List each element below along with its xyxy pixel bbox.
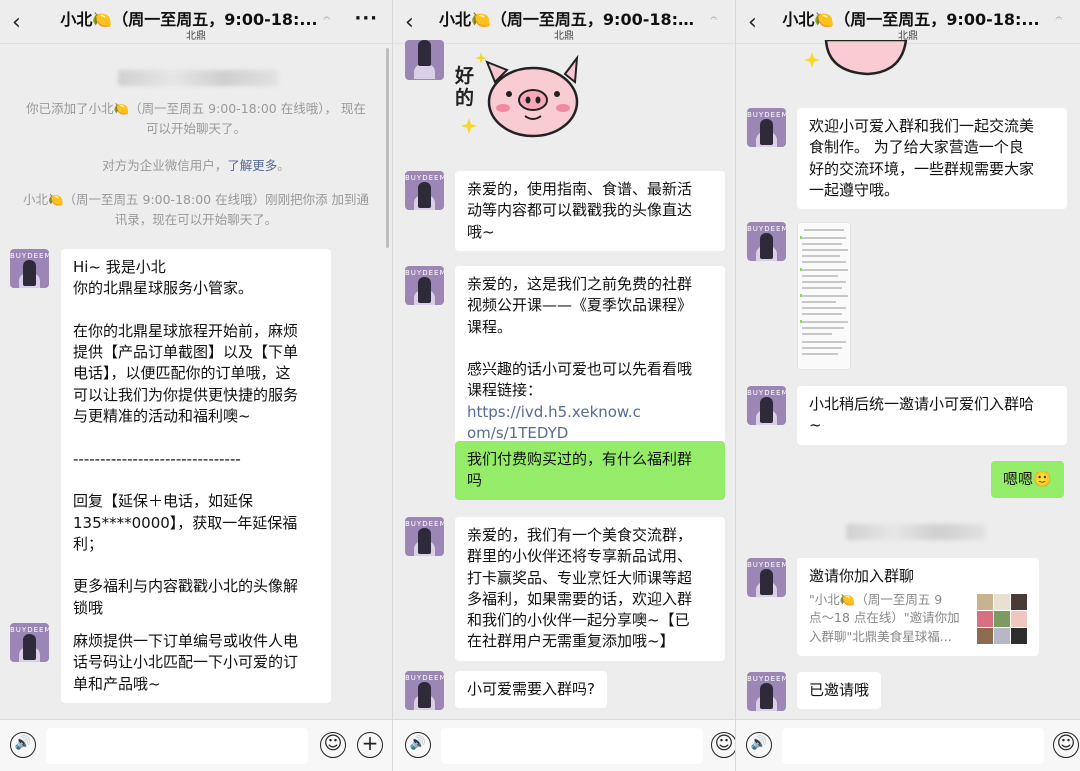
pig-sticker[interactable]: 好 的 xyxy=(455,52,585,142)
message-bubble-sent[interactable]: 嗯嗯🙂 xyxy=(991,461,1064,499)
avatar-logo-text: BUYDEEM xyxy=(747,675,786,683)
avatar[interactable] xyxy=(405,40,444,80)
avatar[interactable]: BUYDEEM xyxy=(405,266,444,305)
avatar[interactable]: BUYDEEM xyxy=(405,671,444,710)
avatar-logo-text: BUYDEEM xyxy=(10,626,49,634)
chat-subtitle: 北鼎 xyxy=(186,31,206,42)
voice-icon[interactable]: 🔊 xyxy=(405,732,431,758)
chat-panel-2: ‹ 小北🍋（周一至周五，9:00-18:... 北鼎 𝄐 好 的 BUYDEEM… xyxy=(392,0,735,771)
voice-icon[interactable]: 🔊 xyxy=(10,732,36,758)
chat-header: ‹ 小北🍋（周一至周五，9:00-18:... 北鼎 𝄐 ··· xyxy=(0,0,392,44)
message-bubble[interactable]: 亲爱的，我们有一个美食交流群， 群里的小伙伴还将专享新品试用、 打卡赢奖品、专业… xyxy=(455,517,725,661)
avatar-logo-text: BUYDEEM xyxy=(747,389,786,397)
invite-card-title: 邀请你加入群聊 xyxy=(809,567,915,585)
chat-subtitle: 北鼎 xyxy=(554,31,574,42)
avatar-logo-text: BUYDEEM xyxy=(405,269,444,277)
avatar[interactable]: BUYDEEM xyxy=(747,558,786,597)
system-notice-added: 你已添加了小北🍋（周一至周五 9:00-18:00 在线哦）， 现在可以开始聊天… xyxy=(26,101,366,136)
mute-icon: 𝄐 xyxy=(1055,11,1062,25)
emoji-icon[interactable]: ☺ xyxy=(1053,732,1079,758)
avatar-logo-text: BUYDEEM xyxy=(747,561,786,569)
avatar[interactable]: BUYDEEM xyxy=(747,386,786,425)
message-bubble[interactable]: 麻烦提供一下订单编号或收件人电 话号码让小北匹配一下小可爱的订 单和产品哦~ xyxy=(61,623,331,703)
avatar[interactable]: BUYDEEM xyxy=(10,623,49,662)
message-bubble[interactable]: 已邀请哦 xyxy=(797,672,882,710)
avatar-logo-text: BUYDEEM xyxy=(405,520,444,528)
pig-icon xyxy=(485,54,579,138)
input-bar: 🔊 ☺ xyxy=(393,719,735,771)
message-bubble[interactable]: 小可爱需要入群吗? xyxy=(455,671,607,709)
chat-header: ‹ 小北🍋（周一至周五，9:00-18:... 北鼎 𝄐 xyxy=(393,0,735,44)
avatar-logo-text: BUYDEEM xyxy=(747,225,786,233)
blurred-system-notice xyxy=(846,524,986,540)
plus-icon[interactable]: + xyxy=(357,732,383,758)
document-preview-icon xyxy=(800,229,848,355)
blurred-contact-name xyxy=(118,70,278,86)
avatar[interactable]: BUYDEEM xyxy=(747,672,786,711)
chat-header: ‹ 小北🍋（周一至周五，9:00-18:... 北鼎 𝄐 xyxy=(736,0,1080,44)
sticker-text: 好 的 xyxy=(455,65,475,109)
invite-card-description: "小北🍋（周一至周五 9 点～18 点在线）"邀请你加 入群聊"北鼎美食星球福.… xyxy=(809,592,960,644)
mute-icon: 𝄐 xyxy=(323,11,330,25)
mute-icon: 𝄐 xyxy=(710,11,717,25)
message-bubble[interactable]: 欢迎小可爱入群和我们一起交流美 食制作。 为了给大家营造一个良 好的交流环境，一… xyxy=(797,108,1067,210)
avatar-logo-text: BUYDEEM xyxy=(10,252,49,260)
message-input[interactable] xyxy=(441,728,703,764)
avatar[interactable]: BUYDEEM xyxy=(10,249,49,288)
message-bubble[interactable]: 亲爱的，这是我们之前免费的社群 视频公开课——《夏季饮品课程》 课程。 感兴趣的… xyxy=(455,266,725,453)
chat-panel-1: ‹ 小北🍋（周一至周五，9:00-18:... 北鼎 𝄐 ··· 你已添加了小北… xyxy=(0,0,392,771)
message-bubble[interactable]: 亲爱的，使用指南、食谱、最新活 动等内容都可以戳戳我的头像直达 哦~ xyxy=(455,171,725,251)
message-text: 亲爱的，这是我们之前免费的社群 视频公开课——《夏季饮品课程》 课程。 感兴趣的… xyxy=(467,275,693,400)
avatar-logo-text: BUYDEEM xyxy=(405,174,444,182)
document-image-thumbnail[interactable] xyxy=(797,222,851,370)
avatar[interactable]: BUYDEEM xyxy=(747,222,786,261)
avatar-logo-text: BUYDEEM xyxy=(405,674,444,682)
emoji-icon[interactable]: ☺ xyxy=(320,732,346,758)
avatar[interactable]: BUYDEEM xyxy=(747,108,786,147)
chat-panel-3: ‹ 小北🍋（周一至周五，9:00-18:... 北鼎 𝄐 BUYDEEM 欢迎小… xyxy=(735,0,1080,771)
message-input[interactable] xyxy=(782,728,1044,764)
emoji-icon[interactable]: ☺ xyxy=(711,732,735,758)
message-input[interactable] xyxy=(46,728,308,764)
input-bar: 🔊 ☺ xyxy=(736,719,1080,771)
group-avatar-grid xyxy=(977,594,1027,644)
course-link[interactable]: https://ivd.h5.xeknow.c om/s/1TEDYD xyxy=(467,403,641,442)
input-bar: 🔊 ☺ + xyxy=(0,719,392,771)
avatar[interactable]: BUYDEEM xyxy=(405,517,444,556)
message-bubble[interactable]: 小北稍后统一邀请小可爱们入群哈 ~ xyxy=(797,386,1067,445)
message-bubble[interactable]: Hi~ 我是小北 你的北鼎星球服务小管家。 在你的北鼎星球旅程开始前，麻烦 提供… xyxy=(61,249,331,628)
enterprise-notice-end: 。 xyxy=(277,158,290,173)
more-options-icon[interactable]: ··· xyxy=(354,8,378,29)
sparkle-icon xyxy=(475,52,487,64)
pig-sticker[interactable] xyxy=(798,40,918,80)
enterprise-notice-text: 对方为企业微信用户， xyxy=(102,158,228,173)
sparkle-icon xyxy=(461,118,477,134)
sparkle-icon xyxy=(804,52,820,68)
voice-icon[interactable]: 🔊 xyxy=(746,732,772,758)
avatar[interactable]: BUYDEEM xyxy=(405,171,444,210)
message-bubble-sent[interactable]: 我们付费购买过的，有什么福利群 吗 xyxy=(455,441,725,500)
system-notice-enterprise: 对方为企业微信用户，了解更多。 xyxy=(20,156,372,176)
group-invite-card[interactable]: 邀请你加入群聊 "小北🍋（周一至周五 9 点～18 点在线）"邀请你加 入群聊"… xyxy=(797,558,1039,656)
learn-more-link[interactable]: 了解更多 xyxy=(227,158,277,173)
avatar-logo-text: BUYDEEM xyxy=(747,111,786,119)
system-notice-contact: 小北🍋（周一至周五 9:00-18:00 在线哦）刚刚把你添 加到通讯录，现在可… xyxy=(22,192,370,227)
scrollbar[interactable] xyxy=(386,48,389,248)
